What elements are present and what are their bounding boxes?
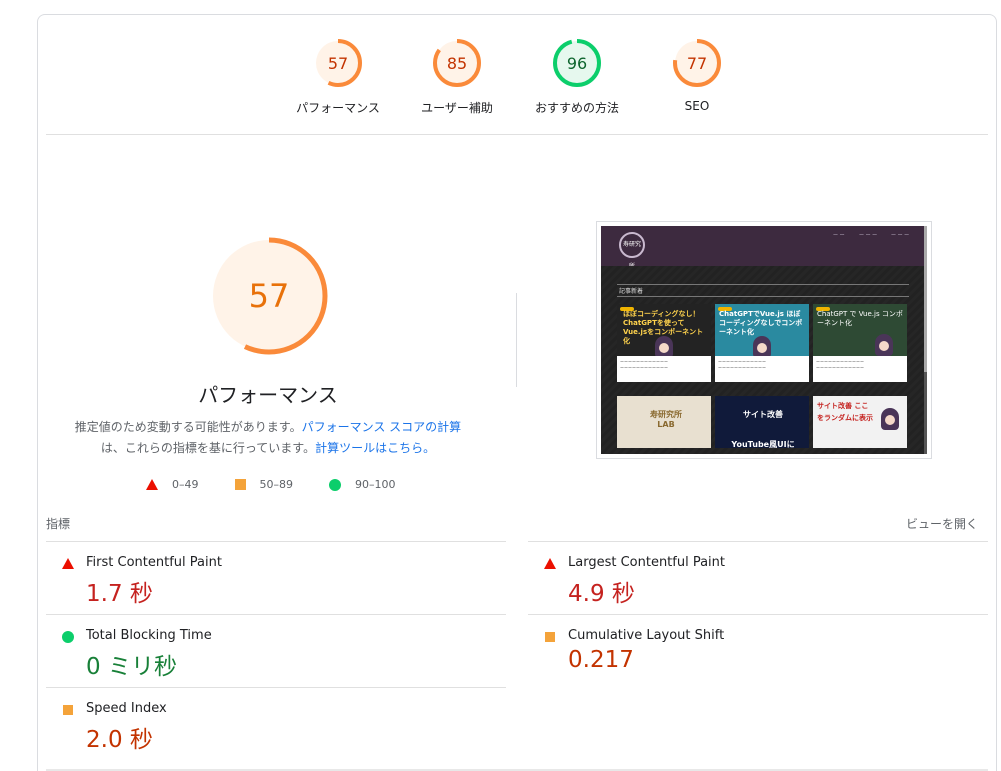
card-thumbnail: ほぼコーディングなし！ChatGPTを使ってVue.jsをコンポーネント化 [617,304,711,356]
metric-value: 1.7 秒 [86,581,153,607]
gauge-label: おすすめの方法 [534,101,619,115]
square-icon [234,479,246,490]
triangle-icon [544,558,556,569]
legend-pass: 90–100 [329,478,396,491]
metric-name: Cumulative Layout Shift [568,628,725,643]
article-card: ほぼコーディングなし！ChatGPTを使ってVue.jsをコンポーネント化 ーー… [617,304,711,382]
metric-fcp[interactable]: First Contentful Paint 1.7 秒 [46,541,506,613]
expand-view-toggle[interactable]: ビューを開く [906,515,978,532]
gauge-ring: 77 [673,39,721,87]
metric-name: Total Blocking Time [86,628,212,643]
card-caption: ーーーーーーーーーーーー ーーーーーーーーーーーー [718,359,766,370]
metrics-heading: 指標 [46,517,71,531]
gauge-label: ユーザー補助 [421,101,493,115]
gauge-seo[interactable]: 77 SEO [637,37,757,113]
metric-speed-index[interactable]: Speed Index 2.0 秒 [46,687,506,759]
avatar-illustration [753,336,771,356]
gauge-performance[interactable]: 57 パフォーマンス [278,37,398,116]
gauge-ring: 85 [433,39,481,87]
lighthouse-report-panel: 57 パフォーマンス 85 ユーザー補助 96 おすすめの方法 77 SEO 5… [37,14,997,771]
site-logo: 寿研究所 [619,232,645,270]
gauge-score: 96 [567,54,587,73]
metric-value: 0 ミリ秒 [86,654,177,680]
article-card: 寿研究所 LAB [617,396,711,448]
article-card: ChatGPTでVue.js ほぼコーディングなしでコンポーネント化 ーーーーー… [715,304,809,382]
article-card: サイト改善 YouTube風UIに [715,396,809,448]
score-calc-link[interactable]: パフォーマンス スコアの計算 [302,420,462,434]
screenshot-scrollbar [924,226,927,454]
metric-value: 2.0 秒 [86,727,153,753]
metric-name: First Contentful Paint [86,555,222,570]
legend-range: 50–89 [259,478,294,491]
nav-mark: ー ー [833,233,845,239]
gauge-score: 85 [447,54,467,73]
header-divider [46,134,988,135]
section-title: 記事新着 [619,288,644,295]
rule-line [617,284,909,285]
desc-text-1: 推定値のため変動する可能性があります。 [74,420,302,434]
circle-icon [62,631,74,643]
card-heading: 寿研究所 LAB [650,410,682,429]
rule-line [617,296,909,297]
gauge-best-practices[interactable]: 96 おすすめの方法 [517,37,637,116]
main-gauge: 57 [208,235,330,357]
legend-range: 90–100 [355,478,396,491]
legend-fail: 0–49 [146,478,199,491]
card-thumbnail: サイト改善 ここをランダムに表示 [813,396,907,448]
metric-lcp[interactable]: Largest Contentful Paint 4.9 秒 [528,541,988,613]
metric-name: Speed Index [86,701,167,716]
gauge-score: 57 [328,54,348,73]
score-description: 推定値のため変動する可能性があります。パフォーマンス スコアの計算は、これらの指… [68,417,468,459]
metric-value: 0.217 [568,647,634,673]
avatar-illustration [881,408,899,430]
score-legend: 0–49 50–89 90–100 [146,478,432,491]
avatar-illustration [655,336,673,356]
screenshot-image: 寿研究所 ー ー ー ー ー ー ー ー 記事新着 ほぼコーディングなし！Cha… [601,226,927,454]
square-icon [545,632,555,642]
card-heading: ChatGPT で Vue.js コンポーネント化 [817,310,903,327]
metric-name: Largest Contentful Paint [568,555,726,570]
card-heading: サイト改善 ここをランダムに表示 [817,402,873,422]
triangle-icon [62,558,74,569]
avatar-illustration [875,334,893,356]
gauge-score: 77 [687,54,707,73]
circle-icon [329,478,341,491]
article-card: サイト改善 ここをランダムに表示 [813,396,907,448]
main-gauge-score: 57 [249,277,290,315]
card-heading: ChatGPTでVue.js ほぼコーディングなしでコンポーネント化 [719,310,803,336]
metric-tbt[interactable]: Total Blocking Time 0 ミリ秒 [46,614,506,686]
main-gauge-ring: 57 [210,237,328,355]
triangle-icon [146,479,158,490]
card-heading: サイト改善 YouTube風UIに [731,410,795,448]
legend-average: 50–89 [234,478,294,491]
nav-mark: ー ー ー [859,233,878,239]
card-caption: ーーーーーーーーーーーー ーーーーーーーーーーーー [620,359,668,370]
gauge-accessibility[interactable]: 85 ユーザー補助 [397,37,517,116]
metric-cls[interactable]: Cumulative Layout Shift 0.217 [528,614,988,686]
square-icon [63,705,73,715]
gauge-ring: 57 [314,39,362,87]
card-thumbnail: ChatGPT で Vue.js コンポーネント化 [813,304,907,356]
card-thumbnail: ChatGPTでVue.js ほぼコーディングなしでコンポーネント化 [715,304,809,356]
final-screenshot[interactable]: 寿研究所 ー ー ー ー ー ー ー ー 記事新着 ほぼコーディングなし！Cha… [596,221,932,459]
card-thumbnail: サイト改善 YouTube風UIに [715,396,809,448]
card-thumbnail: 寿研究所 LAB [617,396,711,448]
article-card: ChatGPT で Vue.js コンポーネント化 ーーーーーーーーーーーー ーー… [813,304,907,382]
vertical-divider [516,293,517,387]
gauge-ring: 96 [553,39,601,87]
calculator-link[interactable]: 計算ツールはこちら。 [315,441,435,455]
nav-mark: ー ー ー [891,233,910,239]
main-category-title: パフォーマンス [198,383,338,407]
gauge-label: SEO [684,99,710,113]
category-gauges: 57 パフォーマンス 85 ユーザー補助 96 おすすめの方法 77 SEO [38,15,998,135]
legend-range: 0–49 [172,478,199,491]
card-caption: ーーーーーーーーーーーー ーーーーーーーーーーーー [816,359,864,370]
metric-value: 4.9 秒 [568,581,635,607]
gauge-label: パフォーマンス [296,101,380,115]
site-header: 寿研究所 ー ー ー ー ー ー ー ー [601,226,927,270]
desc-text-2: は、これらの指標を基に行っています。 [100,441,316,455]
scrollbar-thumb [924,226,927,372]
